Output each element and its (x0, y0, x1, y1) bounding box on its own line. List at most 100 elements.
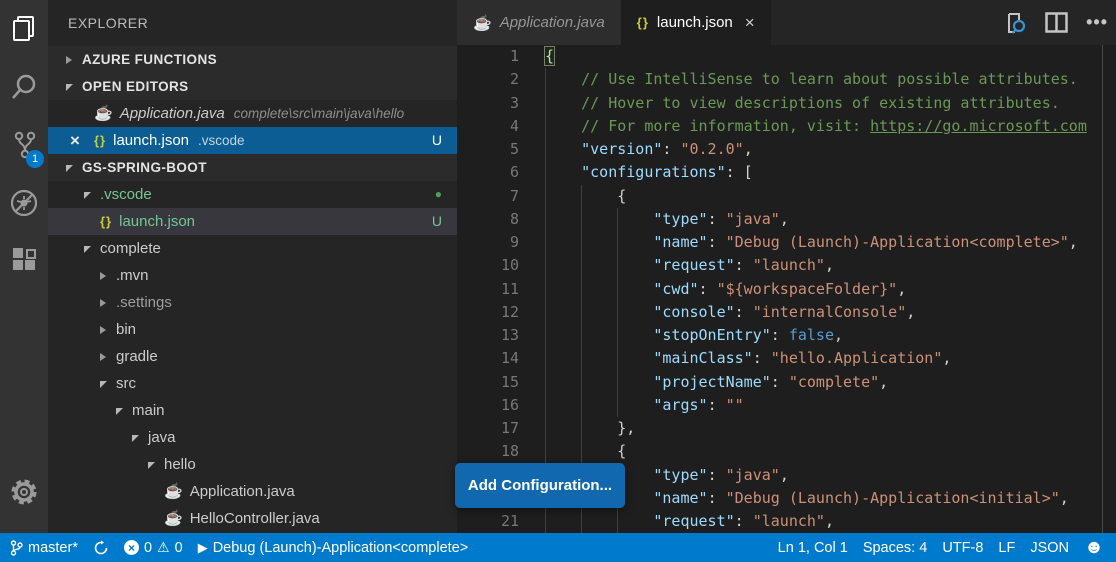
code-line-14[interactable]: 14 "mainClass": "hello.Application", (457, 347, 1116, 370)
line-number: 9 (457, 231, 519, 254)
code-line-21[interactable]: 21 "request": "launch", (457, 510, 1116, 533)
source-control-icon[interactable]: 1 (0, 116, 48, 174)
twistie-collapsed-icon (100, 289, 116, 316)
eol-sequence[interactable]: LF (998, 540, 1015, 556)
line-number: 5 (457, 138, 519, 161)
feedback-smiley-icon[interactable]: ☻ (1084, 538, 1104, 557)
line-number: 14 (457, 347, 519, 370)
line-number: 18 (457, 440, 519, 463)
twistie-expanded-icon (100, 370, 116, 397)
tree-file-launch-json[interactable]: {}launch.jsonU (48, 208, 457, 235)
tree-folder-vscode[interactable]: .vscode● (48, 181, 457, 208)
sync-icon (93, 540, 109, 556)
open-editor-launch-json[interactable]: ×{}launch.json.vscodeU (48, 127, 457, 154)
code-line-3[interactable]: 3 // Hover to view descriptions of exist… (457, 92, 1116, 115)
modified-dot: ● (435, 181, 442, 208)
editor-group: ☕Application.java{}launch.json× ••• 1{2 … (457, 0, 1116, 533)
code-line-15[interactable]: 15 "projectName": "complete", (457, 371, 1116, 394)
tree-folder-mvn[interactable]: .mvn (48, 262, 457, 289)
tree-folder-java[interactable]: java (48, 424, 457, 451)
code-editor[interactable]: 1{2 // Use IntelliSense to learn about p… (457, 45, 1116, 533)
language-mode[interactable]: JSON (1030, 540, 1069, 556)
encoding[interactable]: UTF-8 (942, 540, 983, 556)
json-braces-icon: {} (94, 127, 106, 154)
line-number: 11 (457, 278, 519, 301)
tree-folder-complete[interactable]: complete (48, 235, 457, 262)
settings-gear-icon[interactable] (0, 463, 48, 521)
code-line-8[interactable]: 8 "type": "java", (457, 208, 1116, 231)
twistie-collapsed-icon (100, 343, 116, 370)
debug-icon[interactable] (0, 174, 48, 232)
code-line-18[interactable]: 18 { (457, 440, 1116, 463)
cursor-position[interactable]: Ln 1, Col 1 (778, 540, 848, 556)
code-line-9[interactable]: 9 "name": "Debug (Launch)-Application<co… (457, 231, 1116, 254)
line-number: 6 (457, 161, 519, 184)
line-number: 16 (457, 394, 519, 417)
editor-scrollbar[interactable] (1102, 45, 1103, 533)
tree-folder-settings[interactable]: .settings (48, 289, 457, 316)
java-file-icon: ☕ (473, 14, 492, 32)
problems-item[interactable]: × 0 ⚠ 0 (124, 539, 183, 556)
tree-folder-src[interactable]: src (48, 370, 457, 397)
line-number: 13 (457, 324, 519, 347)
tree-folder-bin[interactable]: bin (48, 316, 457, 343)
scm-badge: 1 (26, 150, 44, 168)
split-editor-icon[interactable] (1045, 12, 1068, 33)
code-line-2[interactable]: 2 // Use IntelliSense to learn about pos… (457, 68, 1116, 91)
java-file-icon: ☕ (164, 478, 183, 505)
close-icon[interactable]: × (70, 127, 94, 154)
tree-folder-hello[interactable]: hello (48, 451, 457, 478)
more-actions-icon[interactable]: ••• (1086, 12, 1108, 33)
line-number: 7 (457, 185, 519, 208)
code-line-12[interactable]: 12 "console": "internalConsole", (457, 301, 1116, 324)
line-number: 17 (457, 417, 519, 440)
line-number: 3 (457, 92, 519, 115)
section-open-editors[interactable]: OPEN EDITORS (48, 73, 457, 100)
twistie-expanded-icon (148, 451, 164, 478)
code-line-1[interactable]: 1{ (457, 45, 1116, 68)
debug-config-label: Debug (Launch)-Application<complete> (213, 540, 469, 556)
editor-actions: ••• (1003, 0, 1108, 45)
line-number: 4 (457, 115, 519, 138)
explorer-icon[interactable] (0, 0, 48, 58)
tab-application-java[interactable]: ☕Application.java (457, 0, 621, 45)
tab-close-icon[interactable]: × (745, 13, 755, 33)
code-line-7[interactable]: 7 { (457, 185, 1116, 208)
code-line-16[interactable]: 16 "args": "" (457, 394, 1116, 417)
open-editor-application-java[interactable]: ☕Application.javacomplete\src\main\java\… (48, 100, 457, 127)
section-gs-spring-boot[interactable]: GS-SPRING-BOOT (48, 154, 457, 181)
java-file-icon: ☕ (94, 100, 113, 127)
code-line-5[interactable]: 5 "version": "0.2.0", (457, 138, 1116, 161)
sync-item[interactable] (93, 540, 109, 556)
explorer-tree: AZURE FUNCTIONSOPEN EDITORS☕Application.… (48, 46, 457, 532)
git-branch-item[interactable]: master* (10, 540, 78, 556)
code-line-11[interactable]: 11 "cwd": "${workspaceFolder}", (457, 278, 1116, 301)
tab-launch-json[interactable]: {}launch.json× (621, 0, 771, 45)
code-line-6[interactable]: 6 "configurations": [ (457, 161, 1116, 184)
search-icon[interactable] (0, 58, 48, 116)
add-configuration-button[interactable]: Add Configuration... (455, 463, 625, 508)
code-line-13[interactable]: 13 "stopOnEntry": false, (457, 324, 1116, 347)
errors-count: 0 (144, 540, 152, 556)
line-number: 10 (457, 254, 519, 277)
tree-file-application-java[interactable]: ☕Application.java (48, 478, 457, 505)
indentation[interactable]: Spaces: 4 (863, 540, 928, 556)
debug-launch-item[interactable]: ▶ Debug (Launch)-Application<complete> (198, 540, 469, 556)
twistie-expanded-icon (66, 154, 82, 181)
code-line-17[interactable]: 17 }, (457, 417, 1116, 440)
tree-file-hellocontroller-java[interactable]: ☕HelloController.java (48, 505, 457, 532)
vscode-window: 1 (0, 0, 1116, 562)
twistie-expanded-icon (132, 424, 148, 451)
explorer-sidebar: EXPLORER AZURE FUNCTIONSOPEN EDITORS☕App… (48, 0, 457, 533)
git-status-badge: U (432, 127, 442, 154)
section-azure-functions[interactable]: AZURE FUNCTIONS (48, 46, 457, 73)
status-bar: master* × 0 ⚠ 0 ▶ Debug (Launch)-Applica… (0, 533, 1116, 562)
twistie-expanded-icon (66, 73, 82, 100)
code-line-10[interactable]: 10 "request": "launch", (457, 254, 1116, 277)
tree-folder-gradle[interactable]: gradle (48, 343, 457, 370)
play-icon: ▶ (198, 540, 208, 556)
extensions-icon[interactable] (0, 232, 48, 290)
code-line-4[interactable]: 4 // For more information, visit: https:… (457, 115, 1116, 138)
open-preview-icon[interactable] (1003, 11, 1027, 35)
tree-folder-main[interactable]: main (48, 397, 457, 424)
